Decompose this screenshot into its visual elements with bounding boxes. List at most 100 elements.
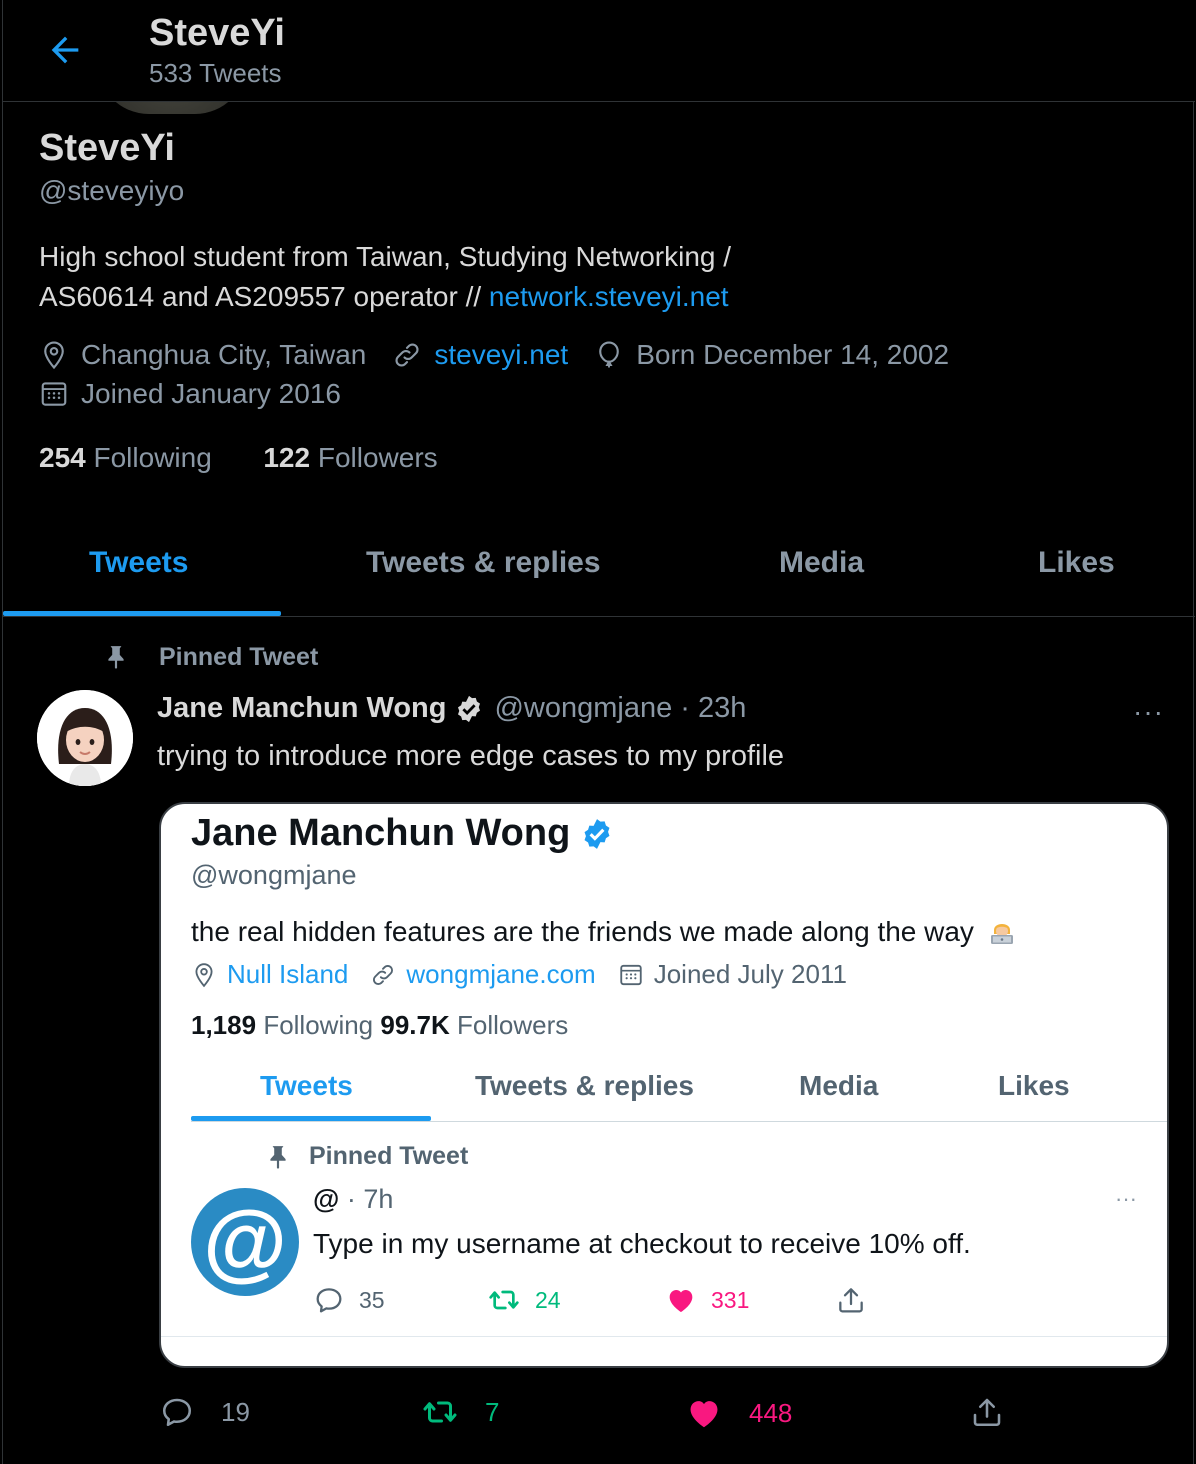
meta-website[interactable]: steveyi.net (392, 339, 568, 371)
profile-meta-row-1: Changhua City, Taiwan steveyi.net Born D… (39, 339, 975, 371)
bio-link[interactable]: network.steveyi.net (489, 281, 729, 312)
reply-icon (162, 1398, 192, 1427)
embedded-reply-count: 35 (359, 1286, 385, 1313)
embedded-reply: 35 (313, 1284, 385, 1316)
embedded-following-label: Following (263, 1010, 374, 1040)
retweet-icon (423, 1401, 457, 1423)
tweet-author-name[interactable]: Jane Manchun Wong (157, 692, 446, 725)
profile-page: SteveYi 533 Tweets SteveYi @steveyiyo Hi… (2, 0, 1195, 1464)
retweet-button[interactable]: 7 (421, 1394, 499, 1430)
joined-text: Joined January 2016 (81, 378, 341, 409)
embedded-tab-tweets-replies: Tweets & replies (475, 1070, 694, 1101)
embedded-share-icon (839, 1288, 863, 1313)
embedded-website: wongmjane.com (370, 959, 596, 990)
technologist-emoji-icon (990, 924, 1013, 944)
top-bar: SteveYi 533 Tweets (3, 0, 1195, 102)
bio-line-2: AS60614 and AS209557 operator // network… (39, 277, 939, 317)
follow-stats: 254 Following 122 Followers (39, 442, 438, 474)
embedded-tweet-time: · 7h (346, 1184, 394, 1214)
embedded-at-avatar: @ (191, 1188, 299, 1296)
embedded-joined-text: Joined July 2011 (653, 959, 847, 989)
followers-count: 122 (263, 442, 311, 473)
embedded-joined: Joined July 2011 (618, 959, 847, 990)
embedded-tab-tweets: Tweets (260, 1070, 353, 1101)
reply-count: 19 (221, 1396, 250, 1427)
calendar-icon (41, 382, 67, 406)
tab-media[interactable]: Media (779, 546, 864, 580)
embedded-tweet-author: @ (313, 1184, 340, 1214)
embedded-share (835, 1284, 881, 1316)
embedded-name-text: Jane Manchun Wong (191, 812, 571, 854)
following-stat[interactable]: 254 Following (39, 442, 212, 473)
embedded-follow-stats: 1,189 Following 99.7K Followers (191, 1010, 568, 1041)
embedded-bio-text: the real hidden features are the friends… (191, 916, 974, 947)
followers-label: Followers (317, 442, 438, 473)
embedded-tabs: Tweets Tweets & replies Media Likes (191, 1050, 1167, 1122)
embedded-like-count: 331 (711, 1286, 750, 1313)
location-text: Changhua City, Taiwan (81, 339, 367, 370)
website-link[interactable]: steveyi.net (434, 339, 568, 371)
tab-likes[interactable]: Likes (1038, 546, 1115, 580)
bio-line-1: High school student from Taiwan, Studyin… (39, 241, 732, 272)
reply-button[interactable]: 19 (159, 1394, 250, 1430)
embedded-tweet-header: @ · 7h (313, 1184, 393, 1215)
meta-location: Changhua City, Taiwan (39, 339, 366, 371)
tweet-time[interactable]: · 23h (680, 692, 746, 725)
embedded-following-count: 1,189 (191, 1010, 257, 1040)
tweet-image[interactable]: Jane Manchun Wong @wongmjane the real hi… (159, 802, 1169, 1368)
embedded-verified-icon (584, 818, 610, 849)
tweet-header: Jane Manchun Wong @wongmjane · 23h (157, 692, 746, 725)
tweet-more-button[interactable]: ··· (1133, 696, 1164, 728)
embedded-handle: @wongmjane (191, 860, 357, 890)
embedded-pinned-label: Pinned Tweet (265, 1142, 468, 1171)
embedded-reply-icon (316, 1288, 342, 1313)
embedded-meta: Null Island wongmjane.com Joined July 20… (191, 959, 869, 990)
tweet-text: trying to introduce more edge cases to m… (157, 740, 785, 772)
profile-tabs: Tweets Tweets & replies Media Likes (3, 512, 1195, 617)
embedded-name: Jane Manchun Wong (191, 812, 614, 855)
share-icon (973, 1398, 1001, 1427)
pinned-tweet-label: Pinned Tweet (103, 642, 318, 672)
tab-tweets-replies[interactable]: Tweets & replies (366, 546, 601, 580)
following-label: Following (93, 442, 212, 473)
pinned-text: Pinned Tweet (159, 642, 319, 671)
tweet-actions: 19 7 448 (159, 1394, 1019, 1434)
embedded-link-icon (373, 964, 394, 985)
tab-tweets[interactable]: Tweets (89, 546, 188, 580)
embedded-website-text: wongmjane.com (406, 959, 596, 989)
bio-text: AS60614 and AS209557 operator // (39, 281, 489, 312)
back-arrow-icon[interactable] (45, 30, 85, 70)
embedded-location: Null Island (191, 959, 348, 990)
embedded-retweet-count: 24 (535, 1286, 561, 1313)
location-icon (44, 341, 64, 370)
tweet-author-handle[interactable]: @wongmjane (494, 692, 672, 725)
verified-badge-icon (458, 695, 481, 722)
embedded-tweet-text: Type in my username at checkout to recei… (313, 1228, 971, 1259)
birthday-text: Born December 14, 2002 (636, 339, 950, 370)
following-count: 254 (39, 442, 86, 473)
embedded-retweet-icon (489, 1290, 519, 1310)
followers-stat[interactable]: 122 Followers (263, 442, 437, 473)
profile-handle: @steveyiyo (39, 175, 185, 206)
embedded-pinned-text: Pinned Tweet (309, 1142, 469, 1170)
tweet-author-avatar[interactable] (37, 690, 133, 786)
profile-bio: High school student from Taiwan, Studyin… (39, 237, 939, 317)
heart-icon (690, 1401, 718, 1428)
embedded-profile-screenshot: Jane Manchun Wong @wongmjane the real hi… (161, 804, 1167, 1366)
memoji-avatar-icon (37, 690, 133, 786)
embedded-divider (161, 1336, 1167, 1337)
embedded-active-tab-indicator (191, 1116, 431, 1121)
share-button[interactable] (969, 1394, 1031, 1430)
embedded-heart-icon (669, 1290, 693, 1312)
embedded-location-icon (195, 962, 213, 987)
profile-meta-row-2: Joined January 2016 (39, 378, 367, 410)
embedded-like: 331 (665, 1284, 749, 1316)
like-count: 448 (749, 1397, 793, 1428)
meta-joined: Joined January 2016 (39, 378, 341, 410)
like-button[interactable]: 448 (685, 1394, 792, 1432)
meta-birthday: Born December 14, 2002 (594, 339, 949, 371)
header-tweet-count: 533 Tweets (149, 58, 282, 88)
active-tab-indicator (3, 611, 281, 616)
embedded-followers-label: Followers (457, 1010, 569, 1040)
embedded-calendar-icon (620, 964, 642, 985)
